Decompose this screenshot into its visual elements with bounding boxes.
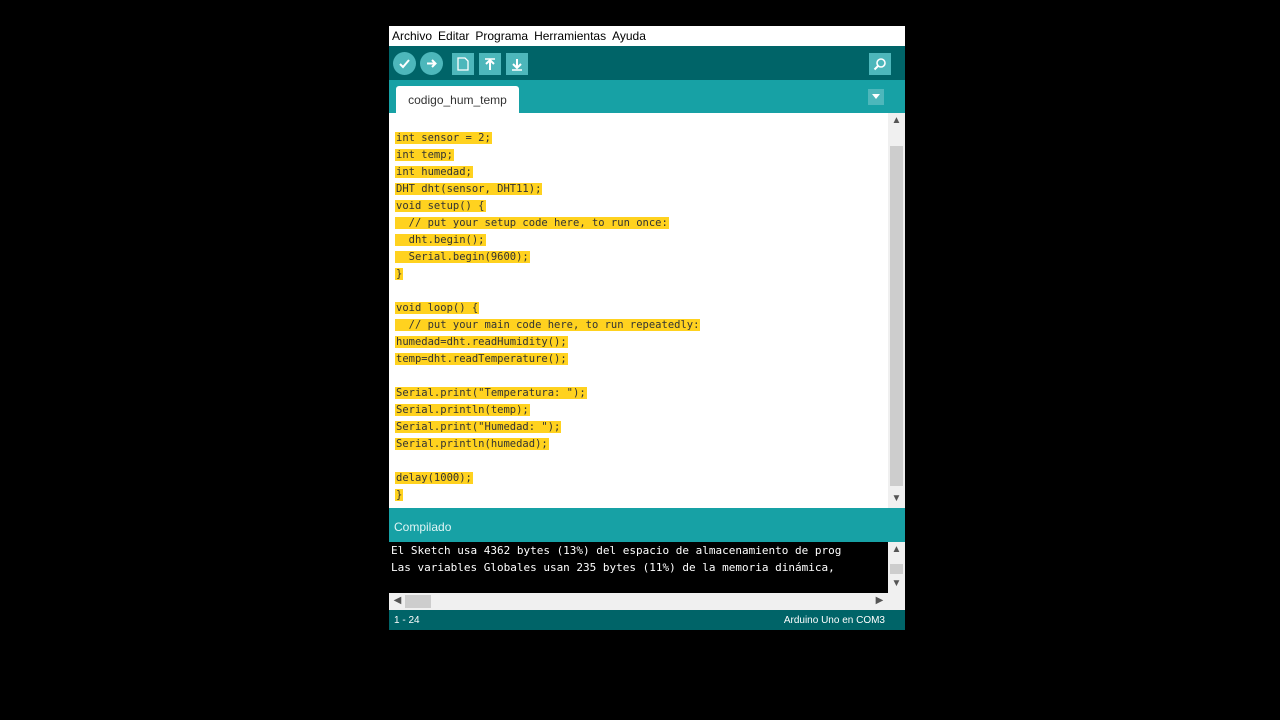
code-line: delay(1000); xyxy=(395,472,473,484)
code-line: int temp; xyxy=(395,149,454,161)
toolbar xyxy=(389,46,905,80)
code-line: } xyxy=(395,489,404,501)
menu-ayuda[interactable]: Ayuda xyxy=(612,29,646,43)
code-line: Serial.println(humedad); xyxy=(395,438,549,450)
code-line: DHT dht(sensor, DHT11); xyxy=(395,183,543,195)
console-scroll-thumb[interactable] xyxy=(890,564,903,574)
open-up-arrow-icon xyxy=(485,57,495,70)
new-button[interactable] xyxy=(452,53,474,75)
code-line: void loop() { xyxy=(395,302,480,314)
line-indicator: 1 - 24 xyxy=(394,615,420,626)
scroll-left-icon[interactable]: ◀ xyxy=(389,595,406,606)
status-label: Compilado xyxy=(394,520,452,534)
code-line: Serial.print("Humedad: "); xyxy=(395,421,562,433)
console-scroll-down-icon[interactable]: ▼ xyxy=(888,578,905,589)
console-hscroll-thumb[interactable] xyxy=(405,595,431,608)
code-editor[interactable]: int sensor = 2; int temp; int humedad; DHT … xyxy=(389,113,888,508)
new-file-icon xyxy=(457,57,469,71)
console-horizontal-scrollbar[interactable]: ◀ ▶ xyxy=(389,593,905,610)
open-button[interactable] xyxy=(479,53,501,75)
code-line: } xyxy=(395,268,404,280)
console-line: Las variables Globales usan 235 bytes (1… xyxy=(391,561,835,574)
arduino-ide-window: Archivo Editar Programa Herramientas Ayu… xyxy=(389,26,905,630)
console-output: El Sketch usa 4362 bytes (13%) del espac… xyxy=(389,542,888,593)
code-line: void setup() { xyxy=(395,200,486,212)
footer-bar: 1 - 24 Arduino Uno en COM3 xyxy=(389,610,905,630)
code-line: // put your main code here, to run repea… xyxy=(395,319,701,331)
code-line: Serial.begin(9600); xyxy=(395,251,530,263)
save-down-arrow-icon xyxy=(512,58,522,71)
tab-menu-button[interactable] xyxy=(868,89,884,105)
menu-editar[interactable]: Editar xyxy=(438,29,469,43)
code-line: int sensor = 2; xyxy=(395,132,492,144)
console-line: El Sketch usa 4362 bytes (13%) del espac… xyxy=(391,544,842,557)
serial-monitor-button[interactable] xyxy=(869,53,891,75)
code-line: int humedad; xyxy=(395,166,473,178)
chevron-down-icon xyxy=(872,94,880,99)
menu-herramientas[interactable]: Herramientas xyxy=(534,29,606,43)
save-button[interactable] xyxy=(506,53,528,75)
tab-codigo-hum-temp[interactable]: codigo_hum_temp xyxy=(396,86,519,113)
menu-bar: Archivo Editar Programa Herramientas Ayu… xyxy=(389,26,905,46)
magnifier-icon xyxy=(873,58,886,71)
menu-archivo[interactable]: Archivo xyxy=(392,29,432,43)
scroll-down-icon[interactable]: ▼ xyxy=(888,493,905,504)
code-line: Serial.print("Temperatura: "); xyxy=(395,387,587,399)
verify-button[interactable] xyxy=(393,52,416,75)
console-vertical-scrollbar[interactable]: ▲ ▼ xyxy=(888,542,905,593)
console-scroll-up-icon[interactable]: ▲ xyxy=(888,544,905,555)
code-line: // put your setup code here, to run once… xyxy=(395,217,669,229)
code-line: Serial.println(temp); xyxy=(395,404,530,416)
check-icon xyxy=(399,59,410,69)
upload-button[interactable] xyxy=(420,52,443,75)
editor-vertical-scrollbar[interactable]: ▲ ▼ xyxy=(888,113,905,508)
scroll-right-icon[interactable]: ▶ xyxy=(871,595,888,606)
menu-programa[interactable]: Programa xyxy=(475,29,528,43)
board-indicator: Arduino Uno en COM3 xyxy=(783,615,885,626)
code-line: temp=dht.readTemperature(); xyxy=(395,353,568,365)
tab-bar: codigo_hum_temp xyxy=(389,80,905,113)
arrow-right-icon xyxy=(427,59,437,68)
status-bar: Compilado xyxy=(389,508,905,542)
code-line: dht.begin(); xyxy=(395,234,486,246)
code-line: humedad=dht.readHumidity(); xyxy=(395,336,568,348)
editor-scroll-thumb[interactable] xyxy=(890,146,903,486)
scroll-up-icon[interactable]: ▲ xyxy=(888,115,905,126)
